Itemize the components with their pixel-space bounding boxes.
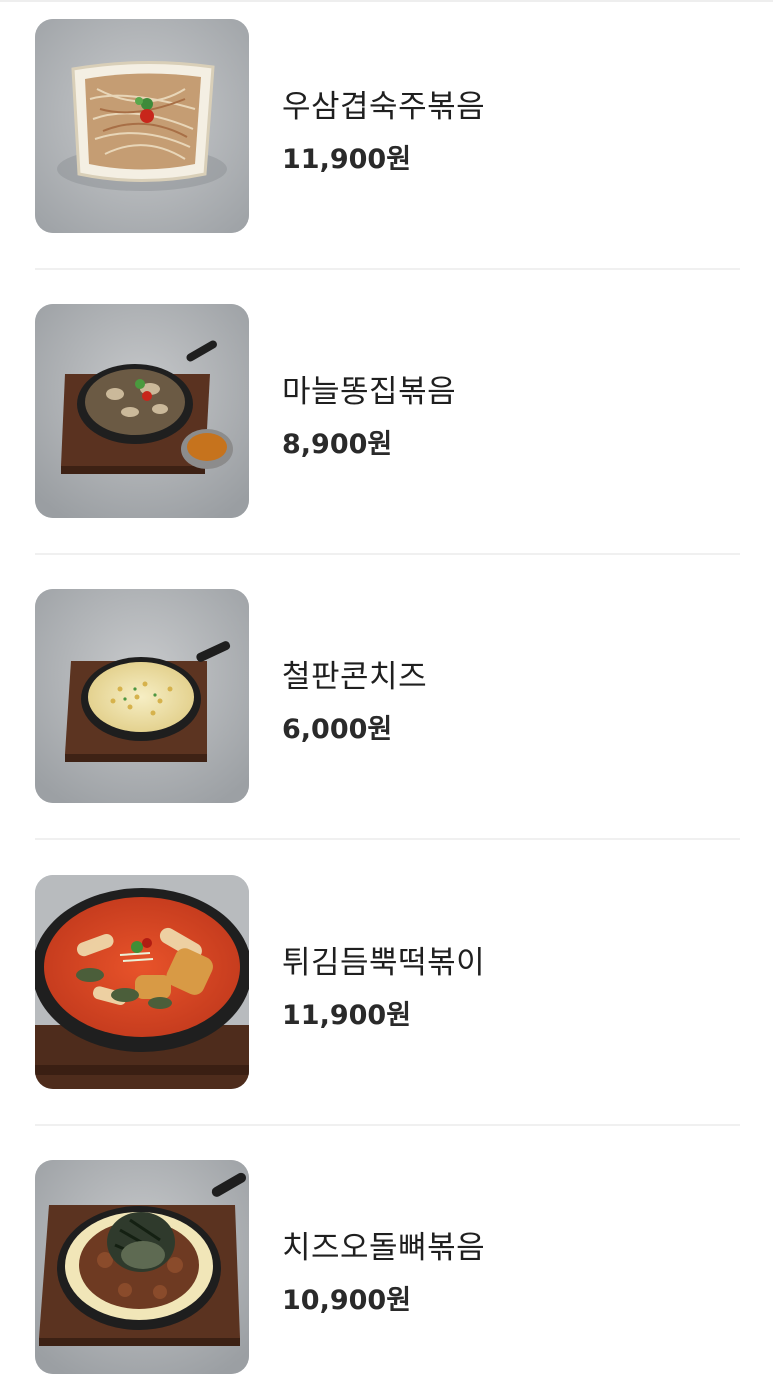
menu-item-price: 11,900원: [282, 1000, 412, 1031]
menu-item-name: 철판콘치즈: [282, 659, 428, 695]
menu-item-image[interactable]: [35, 589, 249, 803]
menu-item[interactable]: 철판콘치즈 6,000원: [35, 589, 740, 804]
menu-item-price: 10,900원: [282, 1285, 412, 1316]
item-divider: [35, 838, 740, 840]
menu-item-image[interactable]: [35, 1160, 249, 1374]
menu-item-image[interactable]: [35, 875, 249, 1089]
item-divider: [35, 553, 740, 555]
item-divider: [35, 268, 740, 270]
menu-item-image[interactable]: [35, 304, 249, 518]
menu-item[interactable]: 우삼겹숙주볶음 11,900원: [35, 19, 740, 234]
menu-item-name: 튀김듬뿍떡볶이: [282, 945, 486, 981]
menu-item[interactable]: 치즈오돌뼈볶음 10,900원: [35, 1160, 740, 1375]
menu-item-price: 8,900원: [282, 429, 393, 460]
menu-item-name: 마늘똥집볶음: [282, 374, 457, 410]
menu-item-name: 우삼겹숙주볶음: [282, 89, 486, 125]
menu-item-price: 11,900원: [282, 144, 412, 175]
menu-item-price: 6,000원: [282, 714, 393, 745]
item-divider: [35, 1124, 740, 1126]
top-divider: [0, 0, 773, 2]
menu-item[interactable]: 튀김듬뿍떡볶이 11,900원: [35, 875, 740, 1090]
menu-item-image[interactable]: [35, 19, 249, 233]
menu-item[interactable]: 마늘똥집볶음 8,900원: [35, 304, 740, 519]
menu-item-name: 치즈오돌뼈볶음: [282, 1230, 486, 1266]
